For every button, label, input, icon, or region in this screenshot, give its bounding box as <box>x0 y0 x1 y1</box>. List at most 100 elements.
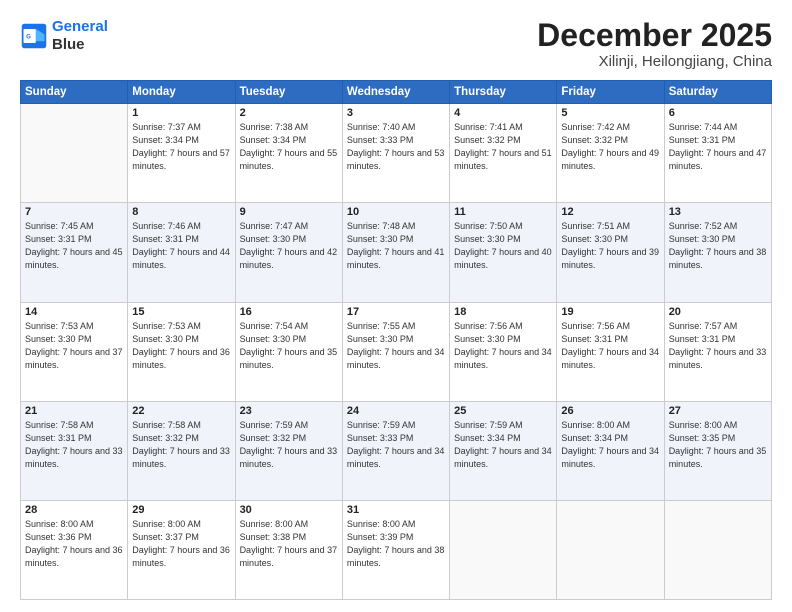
logo-icon: G <box>20 22 48 50</box>
weekday-header: Friday <box>557 81 664 104</box>
day-number: 8 <box>132 206 230 218</box>
calendar-cell: 20Sunrise: 7:57 AM Sunset: 3:31 PM Dayli… <box>664 302 771 401</box>
calendar-cell: 8Sunrise: 7:46 AM Sunset: 3:31 PM Daylig… <box>128 203 235 302</box>
calendar-cell: 18 Sunrise: 7:56 AM Sunset: 3:30 PM Dayli… <box>450 302 557 401</box>
calendar-header-row: SundayMondayTuesdayWednesdayThursdayFrid… <box>21 81 772 104</box>
day-number: 24 <box>347 405 445 417</box>
weekday-header: Tuesday <box>235 81 342 104</box>
day-number: 26 <box>561 405 659 417</box>
day-info: Sunrise: 7:52 AM Sunset: 3:30 PM Dayligh… <box>669 220 767 272</box>
day-number: 10 <box>347 206 445 218</box>
calendar-cell: 5Sunrise: 7:42 AM Sunset: 3:32 PM Daylig… <box>557 104 664 203</box>
day-info: Sunrise: 7:53 AM Sunset: 3:30 PM Dayligh… <box>25 320 123 372</box>
day-number: 1 <box>132 107 230 119</box>
logo-line1: General <box>52 18 108 35</box>
day-number: 12 <box>561 206 659 218</box>
day-number: 31 <box>347 504 445 516</box>
day-info: Sunrise: 7:59 AM Sunset: 3:34 PM Dayligh… <box>454 419 552 471</box>
calendar-week-row: 7 Sunrise: 7:45 AM Sunset: 3:31 PM Daylig… <box>21 203 772 302</box>
day-info: Sunrise: 7:59 AM Sunset: 3:33 PM Dayligh… <box>347 419 445 471</box>
day-number: 27 <box>669 405 767 417</box>
day-info: Sunrise: 8:00 AM Sunset: 3:36 PM Dayligh… <box>25 518 123 570</box>
day-info: Sunrise: 7:38 AM Sunset: 3:34 PM Dayligh… <box>240 121 338 173</box>
day-info: Sunrise: 7:50 AM Sunset: 3:30 PM Dayligh… <box>454 220 552 272</box>
subtitle: Xilinji, Heilongjiang, China <box>537 53 772 70</box>
day-info: Sunrise: 8:00 AM Sunset: 3:34 PM Dayligh… <box>561 419 659 471</box>
day-number: 15 <box>132 306 230 318</box>
calendar-cell: 21 Sunrise: 7:58 AM Sunset: 3:31 PM Dayli… <box>21 401 128 500</box>
calendar-cell: 11 Sunrise: 7:50 AM Sunset: 3:30 PM Dayli… <box>450 203 557 302</box>
calendar-cell <box>450 500 557 599</box>
day-info: Sunrise: 7:56 AM Sunset: 3:30 PM Dayligh… <box>454 320 552 372</box>
day-info: Sunrise: 8:00 AM Sunset: 3:38 PM Dayligh… <box>240 518 338 570</box>
logo-line2: Blue <box>52 36 108 54</box>
day-number: 21 <box>25 405 123 417</box>
calendar-cell: 12 Sunrise: 7:51 AM Sunset: 3:30 PM Dayli… <box>557 203 664 302</box>
calendar-cell: 16 Sunrise: 7:54 AM Sunset: 3:30 PM Dayli… <box>235 302 342 401</box>
day-number: 22 <box>132 405 230 417</box>
weekday-header: Sunday <box>21 81 128 104</box>
header: G General Blue December 2025 Xilinji, He… <box>20 18 772 70</box>
day-info: Sunrise: 7:37 AM Sunset: 3:34 PM Dayligh… <box>132 121 230 173</box>
day-info: Sunrise: 7:53 AM Sunset: 3:30 PM Dayligh… <box>132 320 230 372</box>
day-number: 4 <box>454 107 552 119</box>
weekday-header: Thursday <box>450 81 557 104</box>
calendar-cell: 23 Sunrise: 7:59 AM Sunset: 3:32 PM Dayli… <box>235 401 342 500</box>
day-number: 13 <box>669 206 767 218</box>
calendar-cell: 1 Sunrise: 7:37 AM Sunset: 3:34 PM Daylig… <box>128 104 235 203</box>
day-info: Sunrise: 7:59 AM Sunset: 3:32 PM Dayligh… <box>240 419 338 471</box>
calendar-cell: 22 Sunrise: 7:58 AM Sunset: 3:32 PM Dayli… <box>128 401 235 500</box>
day-info: Sunrise: 7:58 AM Sunset: 3:31 PM Dayligh… <box>25 419 123 471</box>
main-title: December 2025 <box>537 18 772 53</box>
calendar-cell: 13 Sunrise: 7:52 AM Sunset: 3:30 PM Dayli… <box>664 203 771 302</box>
day-number: 11 <box>454 206 552 218</box>
day-info: Sunrise: 7:41 AM Sunset: 3:32 PM Dayligh… <box>454 121 552 173</box>
weekday-header: Monday <box>128 81 235 104</box>
day-number: 9 <box>240 206 338 218</box>
day-info: Sunrise: 8:00 AM Sunset: 3:39 PM Dayligh… <box>347 518 445 570</box>
weekday-header: Wednesday <box>342 81 449 104</box>
day-info: Sunrise: 7:58 AM Sunset: 3:32 PM Dayligh… <box>132 419 230 471</box>
day-info: Sunrise: 8:00 AM Sunset: 3:35 PM Dayligh… <box>669 419 767 471</box>
weekday-header: Saturday <box>664 81 771 104</box>
day-number: 16 <box>240 306 338 318</box>
calendar-cell: 29Sunrise: 8:00 AM Sunset: 3:37 PM Dayli… <box>128 500 235 599</box>
day-info: Sunrise: 7:51 AM Sunset: 3:30 PM Dayligh… <box>561 220 659 272</box>
calendar-week-row: 21 Sunrise: 7:58 AM Sunset: 3:31 PM Dayli… <box>21 401 772 500</box>
day-info: Sunrise: 7:54 AM Sunset: 3:30 PM Dayligh… <box>240 320 338 372</box>
calendar-cell: 4 Sunrise: 7:41 AM Sunset: 3:32 PM Daylig… <box>450 104 557 203</box>
title-block: December 2025 Xilinji, Heilongjiang, Chi… <box>537 18 772 70</box>
day-info: Sunrise: 7:57 AM Sunset: 3:31 PM Dayligh… <box>669 320 767 372</box>
svg-text:G: G <box>26 34 31 41</box>
calendar-cell: 9 Sunrise: 7:47 AM Sunset: 3:30 PM Daylig… <box>235 203 342 302</box>
day-number: 29 <box>132 504 230 516</box>
calendar-cell: 17 Sunrise: 7:55 AM Sunset: 3:30 PM Dayli… <box>342 302 449 401</box>
calendar-cell: 30 Sunrise: 8:00 AM Sunset: 3:38 PM Dayli… <box>235 500 342 599</box>
day-number: 2 <box>240 107 338 119</box>
day-number: 19 <box>561 306 659 318</box>
calendar-cell: 28 Sunrise: 8:00 AM Sunset: 3:36 PM Dayli… <box>21 500 128 599</box>
calendar-cell: 15 Sunrise: 7:53 AM Sunset: 3:30 PM Dayli… <box>128 302 235 401</box>
calendar-cell: 3Sunrise: 7:40 AM Sunset: 3:33 PM Daylig… <box>342 104 449 203</box>
day-number: 7 <box>25 206 123 218</box>
logo: G General Blue <box>20 18 108 54</box>
calendar-cell <box>21 104 128 203</box>
day-number: 17 <box>347 306 445 318</box>
day-number: 18 <box>454 306 552 318</box>
calendar-cell <box>664 500 771 599</box>
day-number: 6 <box>669 107 767 119</box>
day-number: 3 <box>347 107 445 119</box>
day-info: Sunrise: 7:48 AM Sunset: 3:30 PM Dayligh… <box>347 220 445 272</box>
day-number: 23 <box>240 405 338 417</box>
day-info: Sunrise: 7:55 AM Sunset: 3:30 PM Dayligh… <box>347 320 445 372</box>
day-number: 14 <box>25 306 123 318</box>
calendar-cell: 14 Sunrise: 7:53 AM Sunset: 3:30 PM Dayli… <box>21 302 128 401</box>
day-number: 28 <box>25 504 123 516</box>
day-info: Sunrise: 7:47 AM Sunset: 3:30 PM Dayligh… <box>240 220 338 272</box>
calendar-table: SundayMondayTuesdayWednesdayThursdayFrid… <box>20 80 772 600</box>
day-info: Sunrise: 7:44 AM Sunset: 3:31 PM Dayligh… <box>669 121 767 173</box>
calendar-cell: 31 Sunrise: 8:00 AM Sunset: 3:39 PM Dayli… <box>342 500 449 599</box>
day-number: 30 <box>240 504 338 516</box>
calendar-cell: 26 Sunrise: 8:00 AM Sunset: 3:34 PM Dayli… <box>557 401 664 500</box>
day-info: Sunrise: 7:45 AM Sunset: 3:31 PM Dayligh… <box>25 220 123 272</box>
